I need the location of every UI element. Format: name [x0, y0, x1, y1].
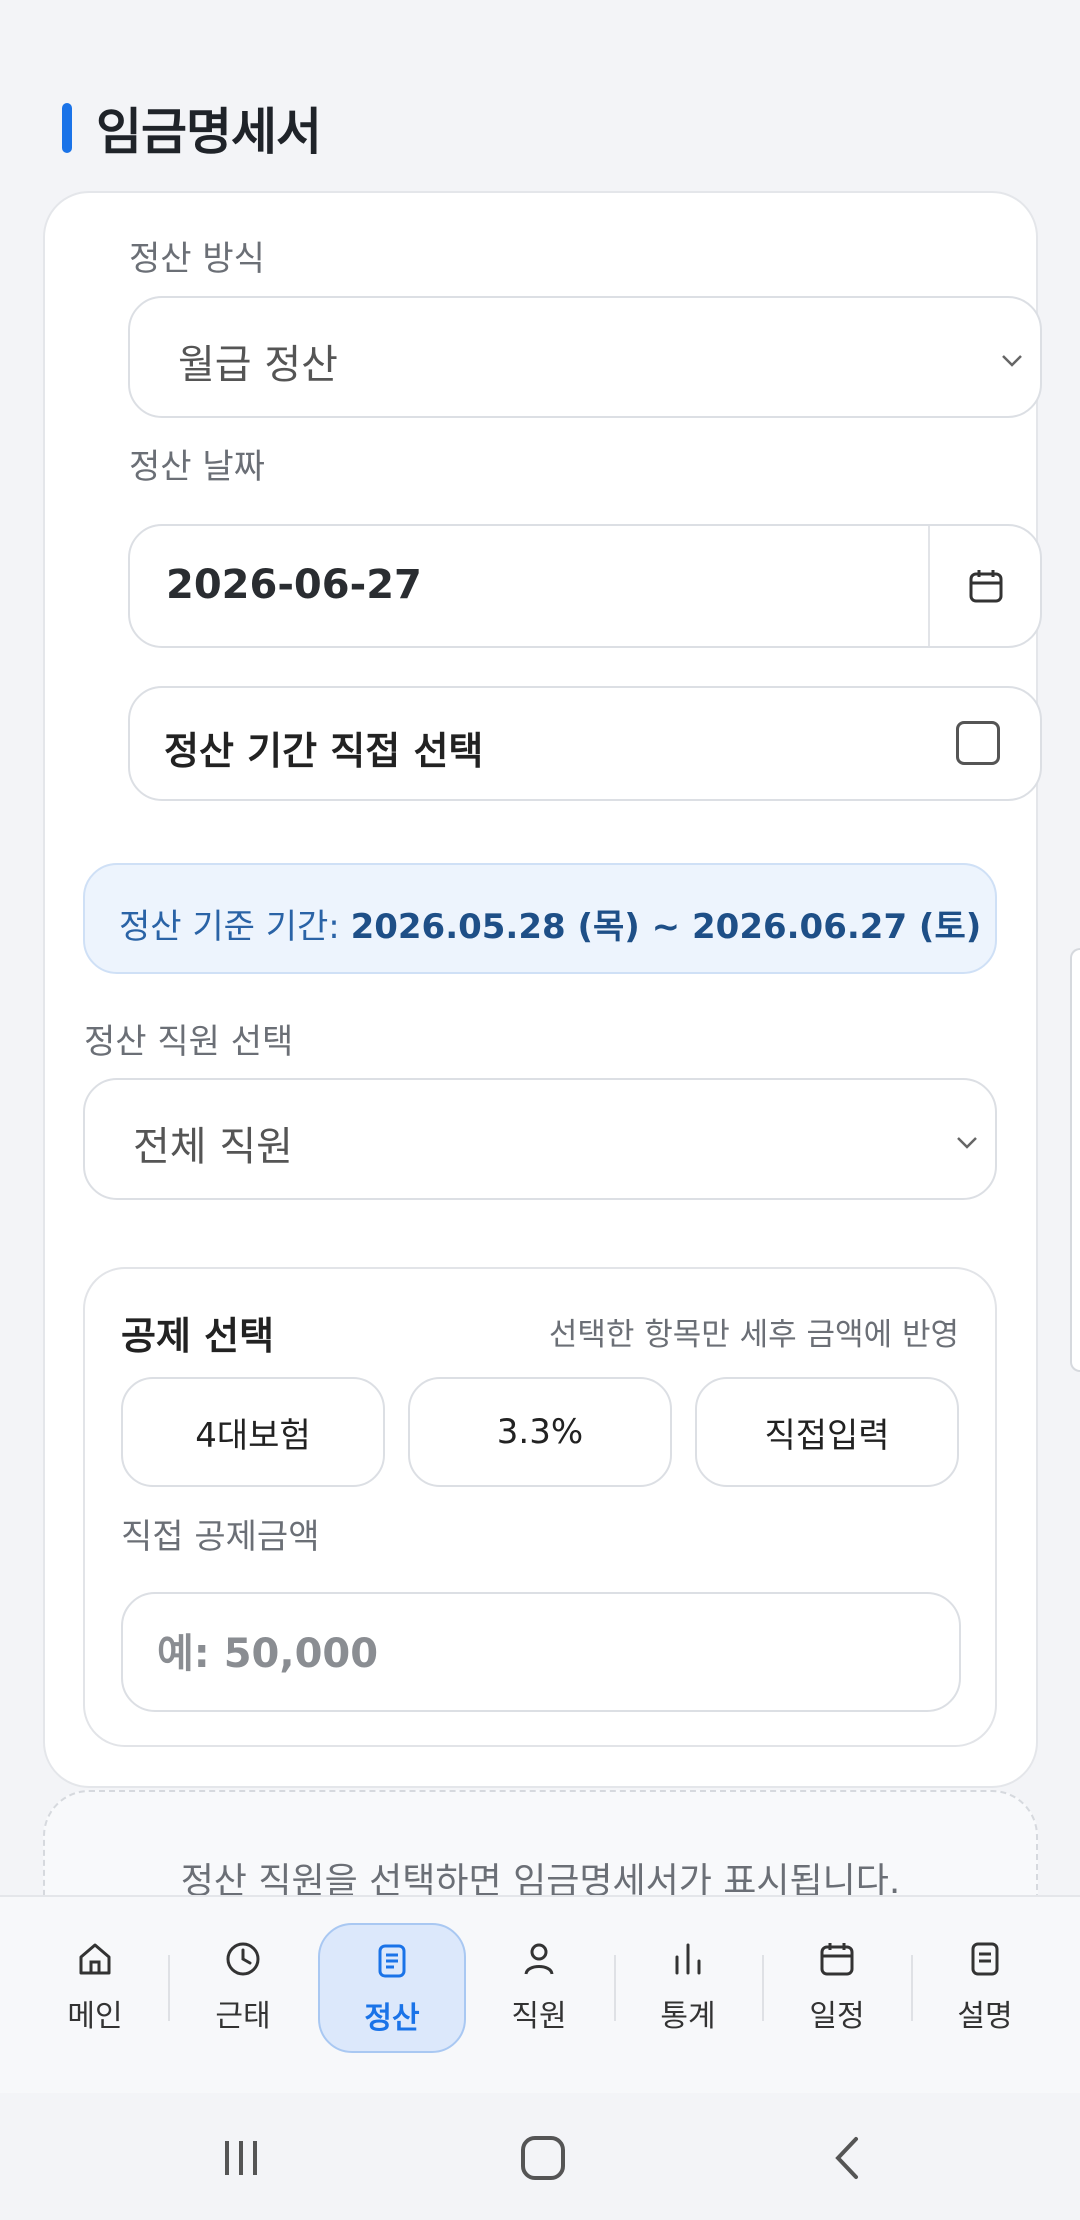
page-title: 임금명세서 [96, 103, 322, 161]
period-info-prefix: 정산 기준 기간: [119, 907, 351, 947]
method-label: 정산 방식 [129, 239, 265, 279]
deduction-section: 공제 선택 선택한 항목만 세후 금액에 반영 4대보험 3.3% 직접입력 직… [83, 1267, 997, 1747]
date-field[interactable]: 2026-06-27 [128, 524, 1042, 648]
nav-item-attendance[interactable]: 근태 [169, 1923, 317, 2053]
calendar-icon[interactable] [966, 566, 1006, 606]
deduction-option-3-3-percent[interactable]: 3.3% [408, 1377, 672, 1487]
recent-apps-icon[interactable] [211, 2133, 271, 2183]
chevron-down-icon [957, 1137, 977, 1149]
nav-item-main[interactable]: 메인 [21, 1923, 169, 2053]
period-info-value: 2026.05.28 (목) ~ 2026.06.27 (토) [350, 907, 982, 947]
nav-label-statistics: 통계 [660, 1999, 716, 2034]
nav-item-help[interactable]: 설명 [911, 1923, 1059, 2053]
method-select[interactable]: 월급 정산 [128, 296, 1042, 418]
page-header: 임금명세서 [62, 92, 322, 164]
nav-item-schedule[interactable]: 일정 [763, 1923, 911, 2053]
nav-item-statistics[interactable]: 통계 [614, 1923, 762, 2053]
date-value: 2026-06-27 [166, 562, 422, 608]
back-icon[interactable] [818, 2133, 878, 2183]
document-icon [378, 1944, 406, 1978]
note-icon [971, 1942, 999, 1976]
nav-label-help: 설명 [957, 1999, 1013, 2034]
employee-select-value: 전체 직원 [133, 1124, 293, 1170]
period-info-text: 정산 기준 기간: 2026.05.28 (목) ~ 2026.06.27 (토… [119, 899, 981, 948]
period-info-box: 정산 기준 기간: 2026.05.28 (목) ~ 2026.06.27 (토… [83, 863, 997, 974]
bar-chart-icon [675, 1943, 701, 1975]
bottom-navigation: 메인 근태 정산 직원 통계 일정 설명 [0, 1895, 1080, 2093]
custom-period-toggle[interactable]: 정산 기간 직접 선택 [128, 686, 1042, 801]
deduction-hint: 선택한 항목만 세후 금액에 반영 [548, 1317, 959, 1353]
date-field-divider [928, 526, 930, 646]
deduction-option-manual[interactable]: 직접입력 [695, 1377, 959, 1487]
deduction-amount-label: 직접 공제금액 [121, 1517, 320, 1557]
clock-icon [226, 1942, 260, 1976]
employee-label: 정산 직원 선택 [84, 1022, 294, 1062]
deduction-option-insurance[interactable]: 4대보험 [121, 1377, 385, 1487]
nav-label-main: 메인 [67, 1999, 123, 2034]
custom-period-checkbox[interactable] [956, 721, 1000, 765]
system-navigation-bar [0, 2093, 1080, 2220]
deduction-title: 공제 선택 [121, 1314, 275, 1358]
side-panel-handle[interactable] [1070, 948, 1080, 1372]
deduction-amount-field[interactable] [121, 1592, 961, 1712]
home-icon [79, 1943, 111, 1975]
person-icon [524, 1943, 554, 1975]
nav-label-schedule: 일정 [809, 1999, 865, 2034]
chevron-down-icon [1002, 355, 1022, 367]
date-label: 정산 날짜 [129, 447, 265, 487]
nav-label-settlement: 정산 [364, 2001, 420, 2036]
calendar-icon [820, 1943, 854, 1976]
home-button-icon[interactable] [513, 2133, 573, 2183]
nav-label-attendance: 근태 [215, 1999, 271, 2034]
custom-period-label: 정산 기간 직접 선택 [164, 729, 484, 773]
nav-label-employee: 직원 [511, 1999, 567, 2034]
title-accent-bar [62, 103, 72, 153]
nav-item-settlement[interactable]: 정산 [318, 1923, 466, 2053]
employee-select[interactable]: 전체 직원 [83, 1078, 997, 1200]
nav-item-employee[interactable]: 직원 [465, 1923, 613, 2053]
method-select-value: 월급 정산 [178, 342, 338, 388]
deduction-amount-input[interactable] [157, 1624, 917, 1684]
